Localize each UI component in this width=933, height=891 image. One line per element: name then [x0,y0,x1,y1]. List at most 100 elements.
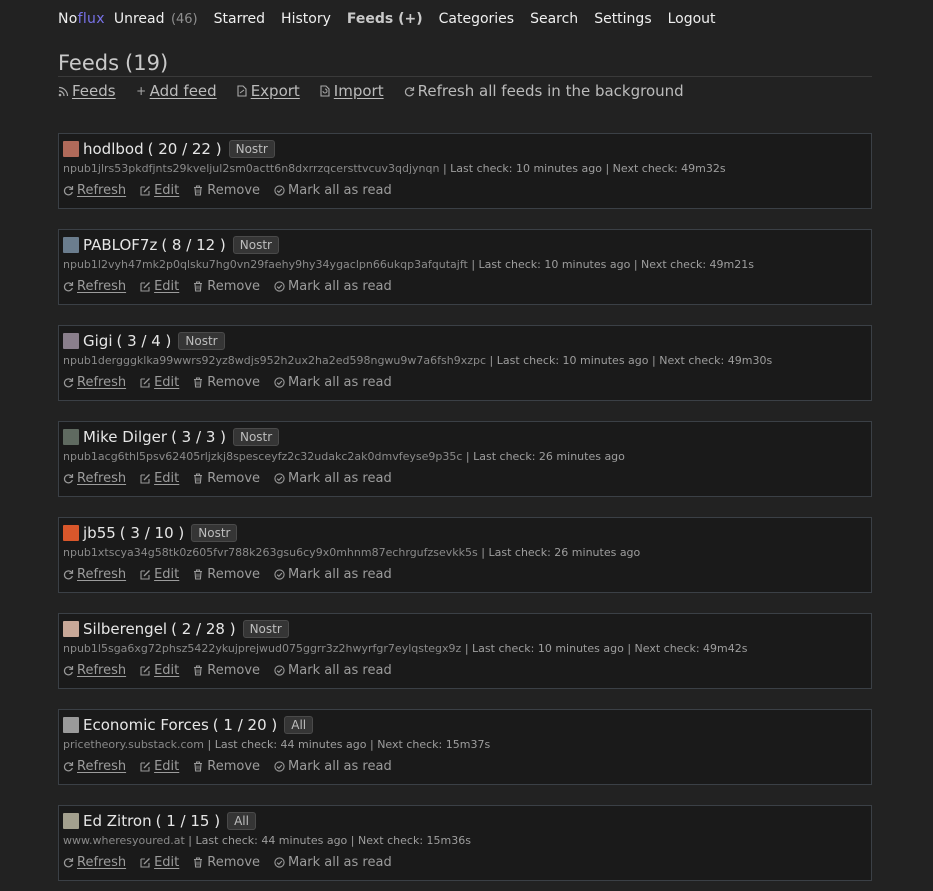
nav-starred[interactable]: Starred [214,11,265,27]
feed-edit-button[interactable]: Edit [140,567,179,582]
feed-url[interactable]: www.wheresyoured.at [63,834,185,847]
nav-settings[interactable]: Settings [594,11,651,27]
feed-url[interactable]: npub1acg6thl5psv62405rljzkj8spesceyfz2c3… [63,450,462,463]
feed-url[interactable]: npub1xtscya34g58tk0z605fvr788k263gsu6cy9… [63,546,478,559]
feed-remove-label[interactable]: Remove [207,471,260,486]
feed-refresh-label[interactable]: Refresh [77,855,126,870]
feed-remove-button[interactable]: Remove [193,663,260,678]
feed-mark-read-label[interactable]: Mark all as read [288,759,392,774]
subnav-refresh-all[interactable]: Refresh all feeds in the background [404,82,684,100]
nav-feeds[interactable]: Feeds (+) [347,11,423,27]
feed-refresh-label[interactable]: Refresh [77,279,126,294]
feed-mark-read-button[interactable]: Mark all as read [274,183,392,198]
feed-title-link[interactable]: Silberengel [83,620,167,638]
feed-refresh-button[interactable]: Refresh [63,471,126,486]
feed-refresh-button[interactable]: Refresh [63,279,126,294]
feed-refresh-label[interactable]: Refresh [77,183,126,198]
subnav-export-link[interactable]: Export [251,82,300,100]
feed-remove-button[interactable]: Remove [193,183,260,198]
feed-url[interactable]: pricetheory.substack.com [63,738,204,751]
feed-remove-label[interactable]: Remove [207,279,260,294]
feed-refresh-button[interactable]: Refresh [63,375,126,390]
category-badge[interactable]: All [284,716,314,734]
category-badge[interactable]: Nostr [228,140,275,158]
feed-mark-read-label[interactable]: Mark all as read [288,279,392,294]
feed-mark-read-label[interactable]: Mark all as read [288,471,392,486]
feed-remove-label[interactable]: Remove [207,375,260,390]
feed-edit-label[interactable]: Edit [154,663,179,678]
feed-mark-read-button[interactable]: Mark all as read [274,279,392,294]
feed-edit-label[interactable]: Edit [154,183,179,198]
feed-edit-label[interactable]: Edit [154,759,179,774]
feed-mark-read-button[interactable]: Mark all as read [274,663,392,678]
category-badge[interactable]: All [227,812,256,830]
feed-remove-label[interactable]: Remove [207,663,260,678]
category-badge[interactable]: Nostr [178,332,225,350]
feed-refresh-button[interactable]: Refresh [63,183,126,198]
subnav-export[interactable]: Export [237,82,300,100]
feed-mark-read-label[interactable]: Mark all as read [288,375,392,390]
feed-title-link[interactable]: Ed Zitron [83,812,152,830]
feed-edit-label[interactable]: Edit [154,279,179,294]
feed-mark-read-label[interactable]: Mark all as read [288,855,392,870]
subnav-feeds[interactable]: Feeds [58,82,116,100]
feed-remove-label[interactable]: Remove [207,855,260,870]
nav-categories[interactable]: Categories [439,11,514,27]
feed-edit-button[interactable]: Edit [140,663,179,678]
subnav-import-link[interactable]: Import [334,82,384,100]
feed-remove-label[interactable]: Remove [207,567,260,582]
feed-refresh-button[interactable]: Refresh [63,663,126,678]
feed-mark-read-button[interactable]: Mark all as read [274,471,392,486]
category-badge[interactable]: Nostr [191,524,238,542]
category-badge[interactable]: Nostr [232,428,280,446]
feed-refresh-label[interactable]: Refresh [77,663,126,678]
feed-mark-read-button[interactable]: Mark all as read [274,759,392,774]
feed-mark-read-label[interactable]: Mark all as read [288,663,392,678]
feed-mark-read-label[interactable]: Mark all as read [288,567,392,582]
feed-title-link[interactable]: PABLOF7z [83,236,157,254]
category-badge[interactable]: Nostr [232,236,279,254]
feed-remove-button[interactable]: Remove [193,855,260,870]
feed-refresh-button[interactable]: Refresh [63,855,126,870]
feed-remove-label[interactable]: Remove [207,183,260,198]
subnav-add-feed-link[interactable]: Add feed [150,82,217,100]
feed-edit-label[interactable]: Edit [154,375,179,390]
feed-remove-button[interactable]: Remove [193,375,260,390]
feed-edit-button[interactable]: Edit [140,183,179,198]
feed-mark-read-button[interactable]: Mark all as read [274,375,392,390]
feed-title-link[interactable]: hodlbod [83,140,144,158]
feed-edit-label[interactable]: Edit [154,855,179,870]
feed-edit-button[interactable]: Edit [140,759,179,774]
feed-edit-label[interactable]: Edit [154,471,179,486]
feed-title-link[interactable]: Gigi [83,332,112,350]
feed-edit-label[interactable]: Edit [154,567,179,582]
feed-remove-button[interactable]: Remove [193,567,260,582]
feed-title-link[interactable]: jb55 [83,524,116,542]
feed-refresh-label[interactable]: Refresh [77,375,126,390]
nav-history[interactable]: History [281,11,331,27]
feed-remove-button[interactable]: Remove [193,279,260,294]
feed-remove-button[interactable]: Remove [193,471,260,486]
feed-refresh-label[interactable]: Refresh [77,759,126,774]
feed-mark-read-button[interactable]: Mark all as read [274,567,392,582]
category-badge[interactable]: Nostr [242,620,289,638]
feed-remove-label[interactable]: Remove [207,759,260,774]
feed-edit-button[interactable]: Edit [140,855,179,870]
feed-edit-button[interactable]: Edit [140,375,179,390]
feed-mark-read-button[interactable]: Mark all as read [274,855,392,870]
feed-title-link[interactable]: Economic Forces [83,716,209,734]
feed-edit-button[interactable]: Edit [140,471,179,486]
subnav-feeds-link[interactable]: Feeds [72,82,116,100]
subnav-add-feed[interactable]: + Add feed [136,82,217,100]
nav-unread[interactable]: Unread (46) [114,11,198,27]
nav-logout[interactable]: Logout [668,11,716,27]
feed-url[interactable]: npub1dergggklka99wwrs92yz8wdjs952h2ux2ha… [63,354,486,367]
feed-refresh-button[interactable]: Refresh [63,759,126,774]
feed-refresh-button[interactable]: Refresh [63,567,126,582]
nav-search[interactable]: Search [530,11,578,27]
feed-refresh-label[interactable]: Refresh [77,567,126,582]
feed-url[interactable]: npub1jlrs53pkdfjnts29kveljul2sm0actt6n8d… [63,162,439,175]
feed-url[interactable]: npub1l5sga6xg72phsz5422ykujprejwud075ggr… [63,642,461,655]
feed-url[interactable]: npub1l2vyh47mk2p0qlsku7hg0vn29faehy9hy34… [63,258,468,271]
feed-edit-button[interactable]: Edit [140,279,179,294]
